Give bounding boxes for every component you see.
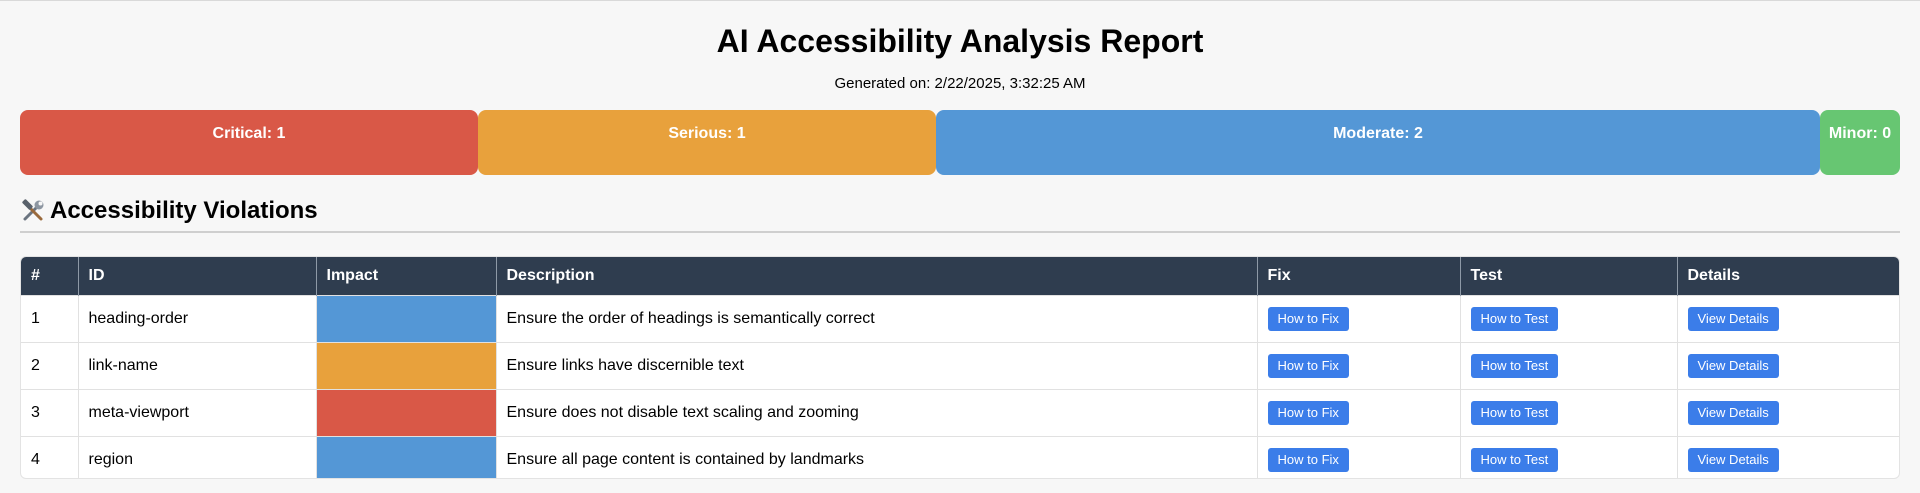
violation-description: Ensure all page content is contained by … bbox=[496, 435, 1258, 478]
table-row: 3 meta-viewport Ensure does not disable … bbox=[21, 388, 1899, 436]
generated-timestamp: Generated on: 2/22/2025, 3:32:25 AM bbox=[834, 75, 1086, 92]
hammer-and-wrench-icon bbox=[20, 198, 46, 224]
details-cell: View Details bbox=[1677, 294, 1899, 342]
violation-description: Ensure does not disable text scaling and… bbox=[496, 388, 1258, 436]
view-details-button[interactable]: View Details bbox=[1687, 306, 1779, 331]
violation-id: heading-order bbox=[78, 294, 317, 342]
summary-critical: Critical: 1 bbox=[20, 110, 478, 175]
view-details-button[interactable]: View Details bbox=[1687, 447, 1779, 472]
how-to-fix-button[interactable]: How to Fix bbox=[1267, 353, 1349, 378]
test-cell: How to Test bbox=[1460, 388, 1678, 436]
test-cell: How to Test bbox=[1460, 294, 1678, 342]
violations-section-header: Accessibility Violations bbox=[20, 197, 1900, 233]
impact-cell bbox=[316, 435, 497, 478]
summary-moderate: Moderate: 2 bbox=[936, 110, 1820, 175]
impact-indicator bbox=[316, 389, 496, 436]
column-header-id: ID bbox=[78, 257, 317, 295]
how-to-test-button[interactable]: How to Test bbox=[1470, 353, 1559, 378]
summary-minor: Minor: 0 bbox=[1820, 110, 1900, 175]
how-to-fix-button[interactable]: How to Fix bbox=[1267, 447, 1349, 472]
violation-description: Ensure the order of headings is semantic… bbox=[496, 294, 1258, 342]
column-header-fix: Fix bbox=[1257, 257, 1461, 295]
impact-summary: Critical: 1 Serious: 1 Moderate: 2 Minor… bbox=[20, 110, 1900, 175]
impact-indicator bbox=[316, 342, 496, 389]
violation-id: meta-viewport bbox=[78, 388, 317, 436]
how-to-test-button[interactable]: How to Test bbox=[1470, 400, 1559, 425]
table-row: 1 heading-order Ensure the order of head… bbox=[21, 294, 1899, 342]
impact-indicator bbox=[316, 436, 496, 478]
page-title: AI Accessibility Analysis Report bbox=[716, 23, 1204, 59]
column-header-number: # bbox=[21, 257, 79, 295]
table-row: 2 link-name Ensure links have discernibl… bbox=[21, 341, 1899, 389]
fix-cell: How to Fix bbox=[1257, 435, 1461, 478]
fix-cell: How to Fix bbox=[1257, 294, 1461, 342]
violations-table-container: # ID Impact Description Fix Test Details… bbox=[20, 256, 1900, 479]
test-cell: How to Test bbox=[1460, 341, 1678, 389]
section-title: Accessibility Violations bbox=[50, 197, 318, 224]
details-cell: View Details bbox=[1677, 388, 1899, 436]
details-cell: View Details bbox=[1677, 435, 1899, 478]
row-number: 2 bbox=[21, 341, 79, 389]
violation-id: link-name bbox=[78, 341, 317, 389]
report-page: AI Accessibility Analysis Report Generat… bbox=[0, 0, 1920, 493]
test-cell: How to Test bbox=[1460, 435, 1678, 478]
column-header-description: Description bbox=[496, 257, 1258, 295]
impact-cell bbox=[316, 341, 497, 389]
violations-table: # ID Impact Description Fix Test Details… bbox=[21, 257, 1899, 478]
violation-description: Ensure links have discernible text bbox=[496, 341, 1258, 389]
table-row: 4 region Ensure all page content is cont… bbox=[21, 435, 1899, 478]
how-to-test-button[interactable]: How to Test bbox=[1470, 447, 1559, 472]
column-header-impact: Impact bbox=[316, 257, 497, 295]
summary-serious: Serious: 1 bbox=[478, 110, 936, 175]
details-cell: View Details bbox=[1677, 341, 1899, 389]
how-to-fix-button[interactable]: How to Fix bbox=[1267, 306, 1349, 331]
column-header-details: Details bbox=[1677, 257, 1899, 295]
impact-cell bbox=[316, 294, 497, 342]
row-number: 4 bbox=[21, 435, 79, 478]
fix-cell: How to Fix bbox=[1257, 341, 1461, 389]
how-to-fix-button[interactable]: How to Fix bbox=[1267, 400, 1349, 425]
table-header-row: # ID Impact Description Fix Test Details bbox=[21, 257, 1899, 295]
how-to-test-button[interactable]: How to Test bbox=[1470, 306, 1559, 331]
view-details-button[interactable]: View Details bbox=[1687, 400, 1779, 425]
row-number: 1 bbox=[21, 294, 79, 342]
violation-id: region bbox=[78, 435, 317, 478]
impact-cell bbox=[316, 388, 497, 436]
impact-indicator bbox=[316, 295, 496, 342]
fix-cell: How to Fix bbox=[1257, 388, 1461, 436]
row-number: 3 bbox=[21, 388, 79, 436]
view-details-button[interactable]: View Details bbox=[1687, 353, 1779, 378]
column-header-test: Test bbox=[1460, 257, 1678, 295]
